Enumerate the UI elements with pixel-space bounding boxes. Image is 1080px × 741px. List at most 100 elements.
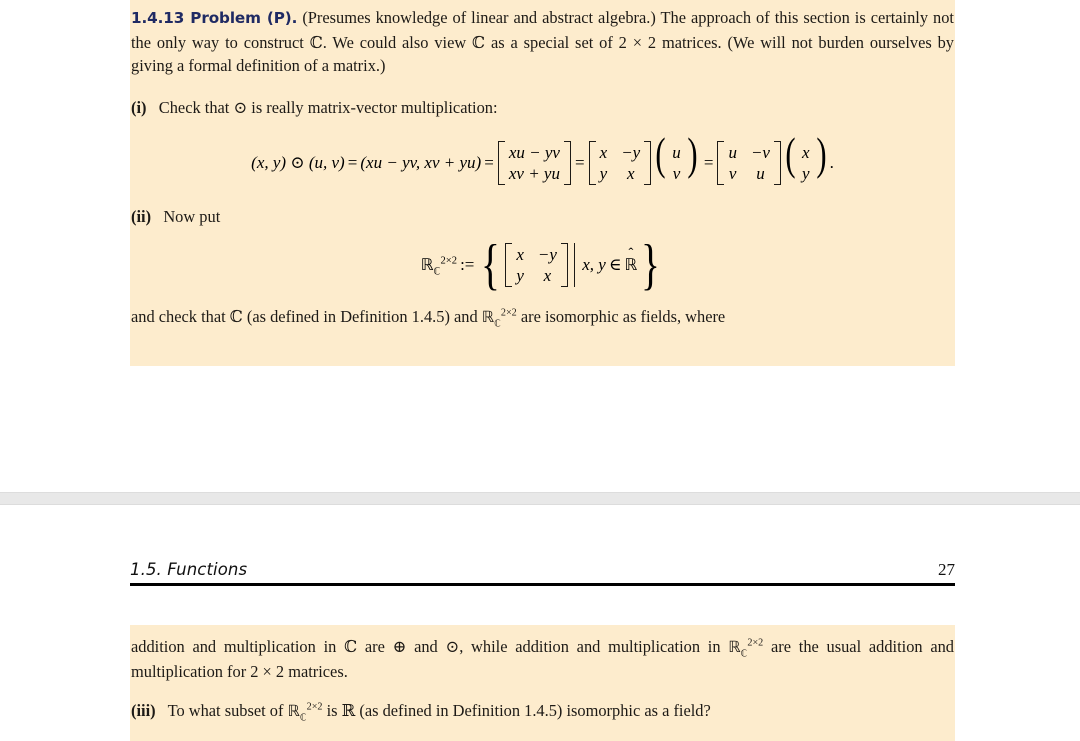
part-ii-paragraph: (ii) Now put [130, 205, 955, 229]
part-iii-marker: (iii) [131, 701, 156, 721]
paren-left-icon: ( [655, 129, 666, 180]
matrix-rc-cells: x −y y x [512, 243, 561, 287]
bracket-right-icon [773, 141, 781, 186]
element-of-icon: ∈ [608, 254, 622, 274]
brace-left-icon: { [481, 233, 501, 296]
superscript-2x2: 2×2 [306, 701, 323, 713]
part-iii-text-before: To what subset of [167, 701, 288, 721]
blackboard-r-glyph: ℝ [420, 254, 434, 274]
superscript-2x2: 2×2 [747, 637, 764, 649]
part-ii-line: (ii) Now put [131, 205, 954, 229]
set-builder-divider [573, 242, 576, 287]
cell-r2c2: u [756, 164, 765, 184]
problem-heading: 1.4.13 Problem (P). [131, 9, 298, 27]
cell-r2c1: y [599, 164, 608, 184]
blackboard-c-subscript: ℂ [299, 712, 307, 724]
cell-r2c2: x [543, 265, 552, 285]
bracket-left-icon [497, 141, 505, 186]
matrix-xy-cells: x −y y x [596, 141, 645, 185]
matrix-xy: x −y y x [588, 141, 652, 186]
matrix-uv: u −v v u [717, 141, 781, 186]
blackboard-r-glyph: ℝ [287, 702, 300, 721]
bracket-left-icon [505, 242, 513, 287]
cell-r2: v [672, 164, 681, 184]
matrix-rc: x −y y x [505, 242, 568, 287]
cell-r1c1: x [599, 143, 608, 163]
inline-rc-symbol: ℝℂ2×2 [287, 701, 323, 724]
inline-rc-symbol: ℝℂ2×2 [728, 637, 764, 660]
matrix-column-result: xu − yv xv + yu [497, 141, 571, 186]
running-header-rule [130, 583, 955, 586]
eq-equals-1: = [347, 153, 358, 173]
matrix-column-result-cells: xu − yv xv + yu [505, 141, 564, 185]
part-iii-text-after: is ℝ (as defined in Definition 1.4.5) is… [322, 701, 711, 721]
cell-r1c2: −y [537, 244, 557, 264]
closing-text-after: are isomorphic as fields, where [516, 306, 726, 326]
continuation-text-before: addition and multiplication in ℂ are ⊕ a… [131, 637, 729, 656]
bracket-right-icon [644, 141, 652, 186]
blackboard-r-glyph: ℝ [728, 638, 741, 656]
bottom-page-block: addition and multiplication in ℂ are ⊕ a… [130, 625, 955, 741]
bracket-right-icon [563, 141, 571, 186]
cell-r1c2: −y [621, 143, 641, 163]
assign-operator: := [460, 254, 475, 274]
cell-r2c1: y [516, 265, 524, 285]
eq-tuple-result: (xu − yv, xv + yu) [360, 153, 482, 173]
eq-equals-2: = [484, 153, 494, 173]
closing-paragraph: and check that ℂ (as defined in Definiti… [130, 305, 955, 330]
part-ii-text: Now put [163, 207, 221, 227]
eq-terminator: . [829, 153, 834, 173]
part-i-marker: (i) [131, 97, 147, 117]
equation-multiplication-line: (x, y) ⊙ (u, v) = (xu − yv, xv + yu) = x… [251, 129, 834, 186]
part-i-text: Check that ⊙ is really matrix-vector mul… [158, 97, 498, 117]
r-hat-symbol: ˆℝ [625, 246, 638, 275]
vector-xy-cells: x y [798, 141, 814, 185]
paren-left-icon: ( [785, 129, 796, 180]
cell-r1c1: x [516, 244, 524, 264]
paren-right-icon: ) [815, 129, 827, 180]
equation-rc-definition: ℝℂ2×2 := { x −y y x x, y ∈ ˆ ℝ } [130, 233, 955, 296]
closing-text-before: and check that ℂ (as defined in Definiti… [131, 306, 482, 326]
bottom-body-text: addition and multiplication in ℂ are ⊕ a… [130, 635, 955, 724]
running-header: 1.5. Functions 27 [130, 560, 955, 594]
brace-right-icon: } [641, 233, 661, 296]
hat-accent-icon: ˆ [628, 246, 634, 263]
blackboard-c-subscript: ℂ [433, 266, 441, 278]
closing-line: and check that ℂ (as defined in Definiti… [131, 305, 954, 330]
superscript-2x2: 2×2 [440, 255, 458, 267]
cell-r1: xu − yv [508, 143, 560, 163]
eq-lhs: (x, y) ⊙ (u, v) [251, 153, 345, 173]
cell-r1: u [672, 143, 681, 163]
cell-r2c2: x [626, 164, 635, 184]
cell-r1c2: −v [750, 143, 770, 163]
blackboard-c-subscript: ℂ [494, 318, 501, 330]
blackboard-r-glyph: ℝ [481, 307, 495, 326]
cell-r2c1: v [728, 164, 737, 184]
cell-r1c1: u [728, 143, 737, 163]
equation-multiplication: (x, y) ⊙ (u, v) = (xu − yv, xv + yu) = x… [130, 129, 955, 186]
superscript-2x2: 2×2 [500, 307, 517, 319]
eq-equals-4: = [703, 153, 714, 173]
set-builder-condition: x, y ∈ ˆ ℝ [582, 246, 638, 275]
part-i-paragraph: (i) Check that ⊙ is really matrix-vector… [131, 96, 954, 120]
bracket-right-icon [560, 242, 568, 287]
inline-rc-symbol: ℝℂ2×2 [481, 307, 517, 330]
cell-r2: xv + yu [508, 164, 560, 184]
rc-symbol: ℝℂ2×2 [420, 254, 458, 278]
cell-r1: x [802, 143, 810, 163]
vector-uv-cells: u v [668, 141, 685, 185]
cell-r2: y [802, 164, 810, 184]
part-ii-marker: (ii) [131, 207, 152, 227]
blackboard-c-subscript: ℂ [740, 648, 748, 660]
top-page-block: 1.4.13 Problem (P). (Presumes knowledge … [130, 0, 955, 366]
matrix-uv-cells: u −v v u [724, 141, 774, 185]
running-header-section: 1.5. Functions [130, 560, 248, 579]
page-separator-band [0, 492, 1080, 505]
bracket-left-icon [717, 141, 725, 186]
vector-xy: ( x y ) [783, 129, 829, 185]
part-iii-paragraph: (iii) To what subset of ℝℂ2×2 is ℝ (as d… [131, 699, 954, 724]
bracket-left-icon [588, 141, 596, 186]
paren-right-icon: ) [687, 129, 698, 180]
running-header-row: 1.5. Functions 27 [130, 560, 955, 583]
condition-variables: x, y [582, 254, 606, 274]
